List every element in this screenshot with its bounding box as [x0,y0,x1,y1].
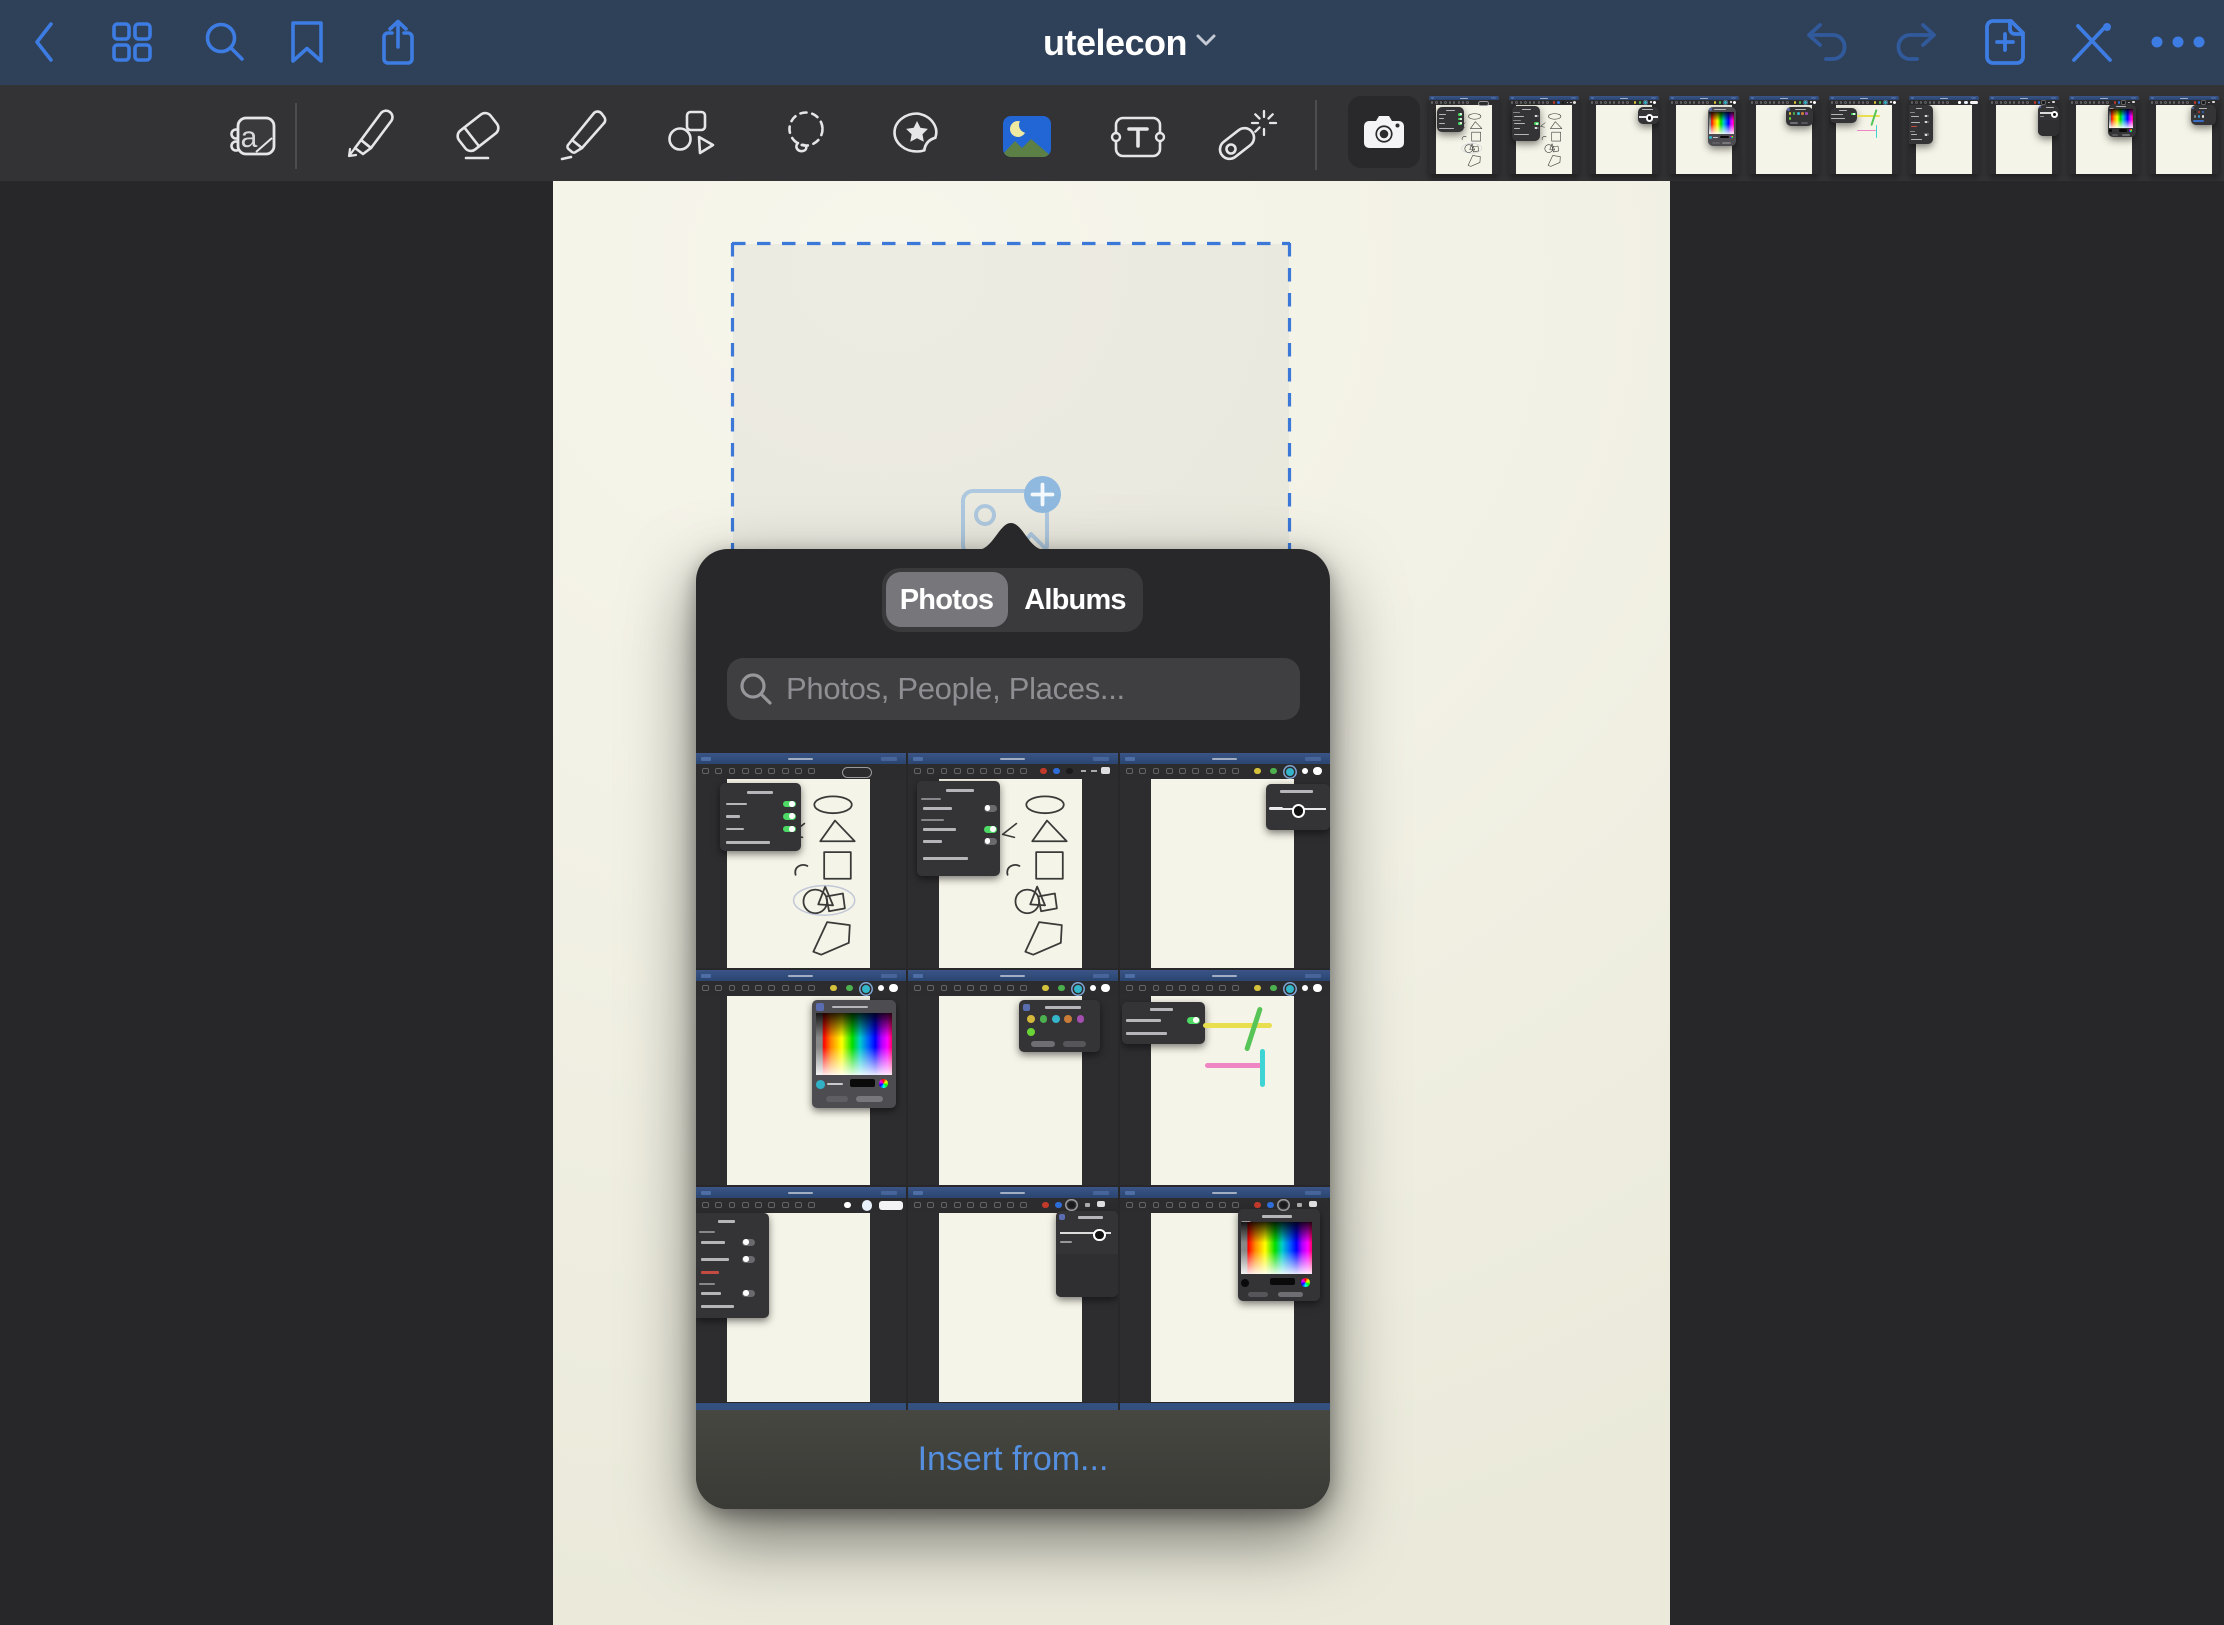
svg-text:a: a [241,121,258,154]
